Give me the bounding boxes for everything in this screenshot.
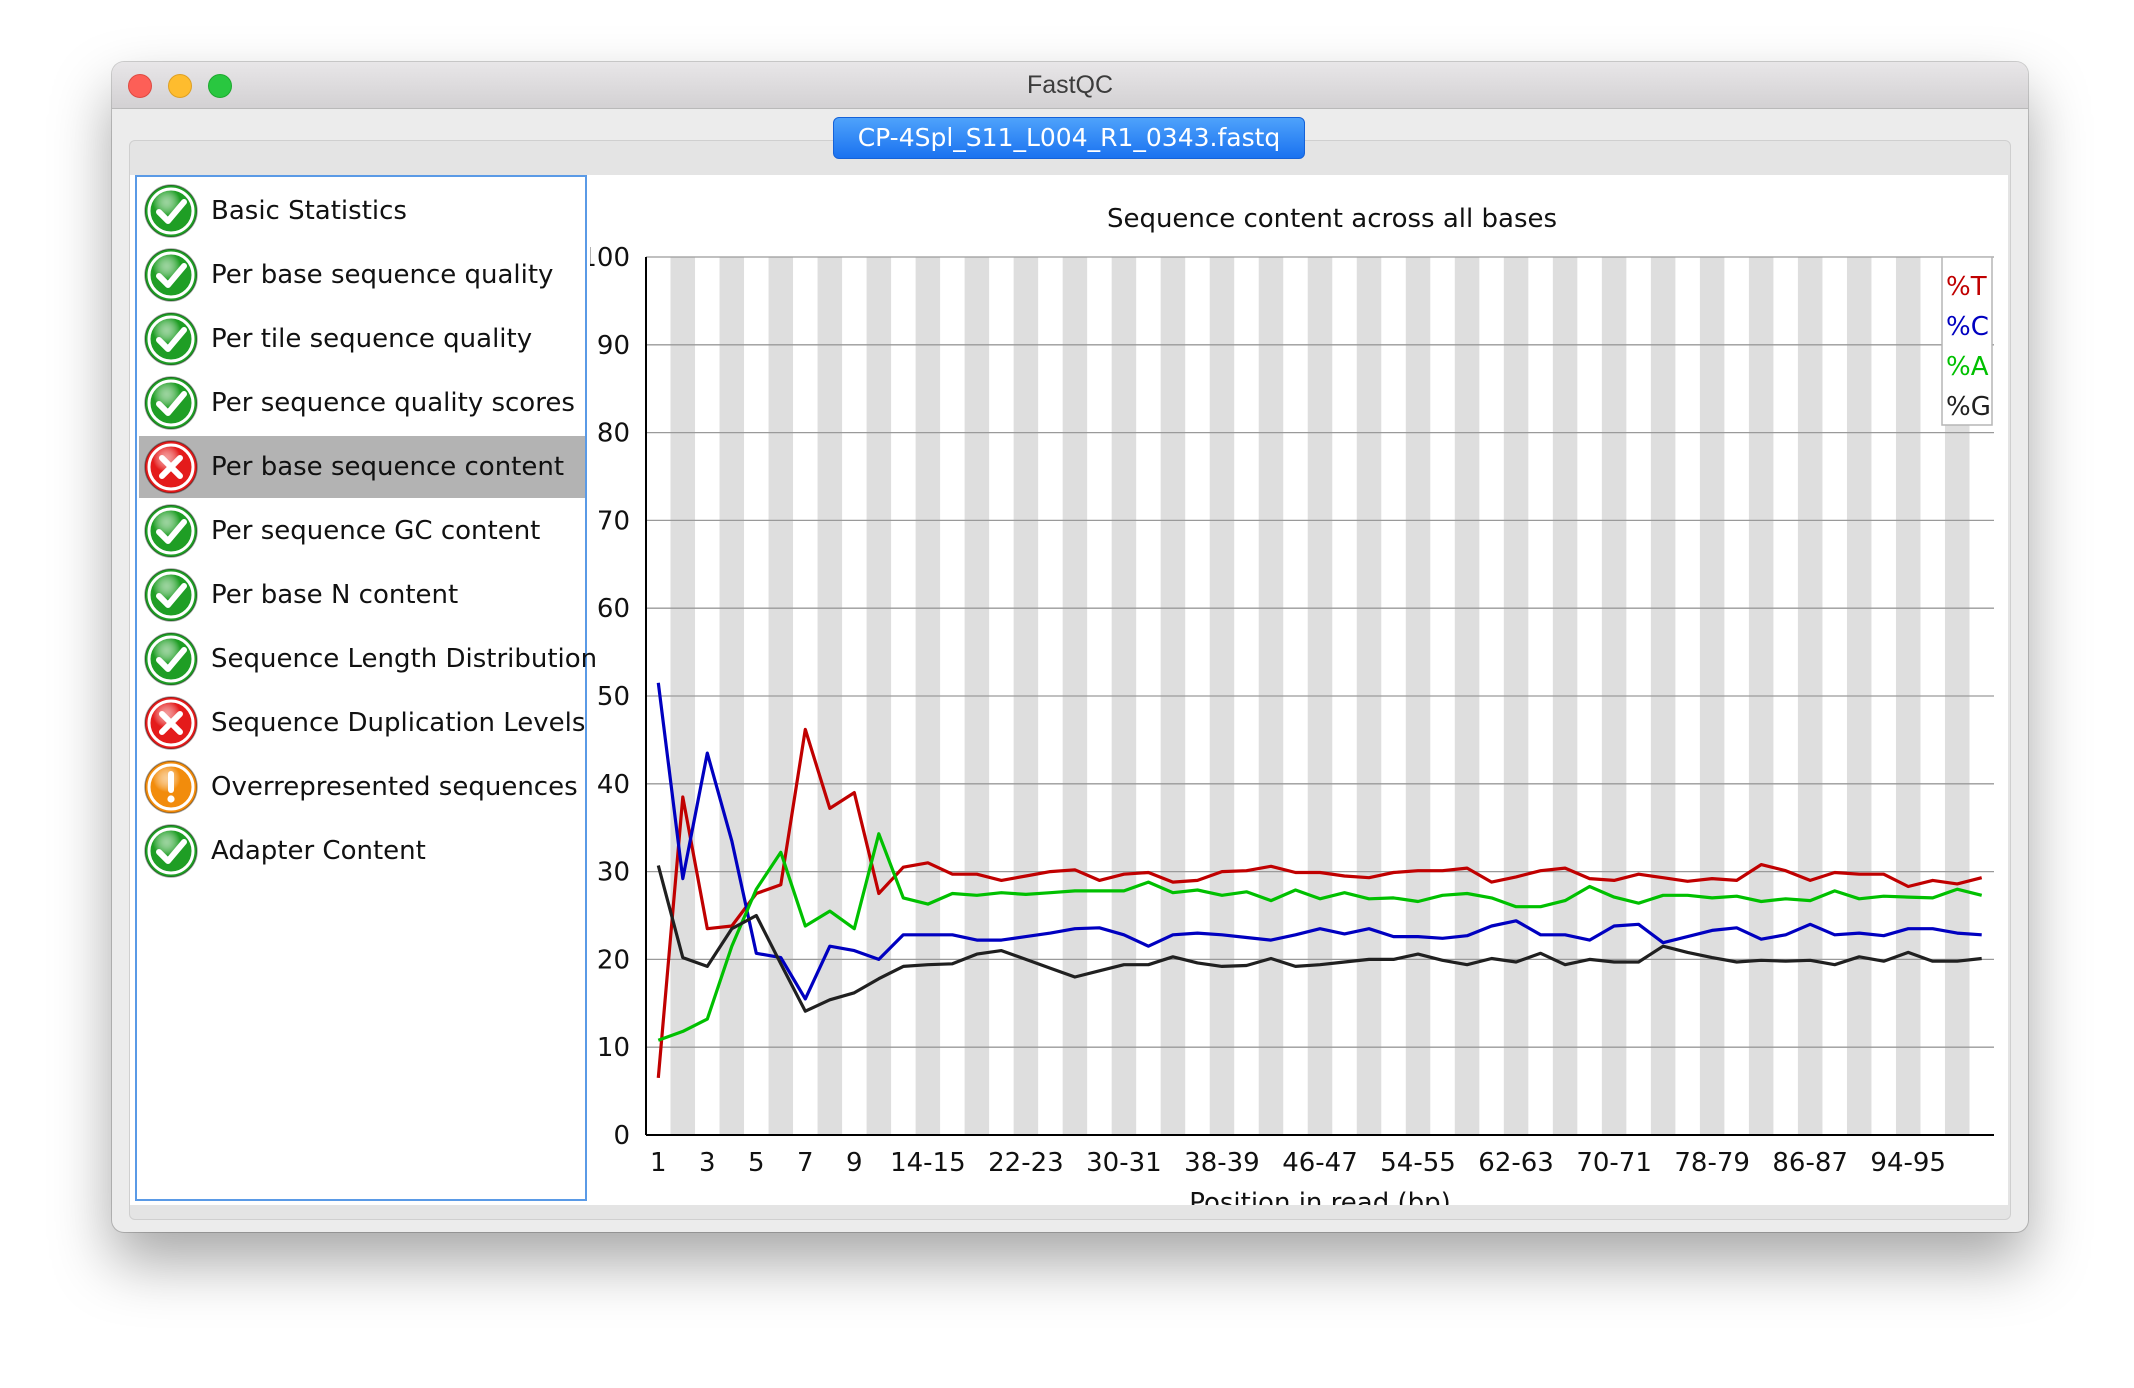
module-label: Per tile sequence quality <box>211 324 533 354</box>
legend-entry: %C <box>1946 312 1989 342</box>
y-tick-label: 0 <box>613 1121 630 1151</box>
x-tick-label: 9 <box>846 1148 863 1178</box>
x-tick-label: 86-87 <box>1772 1148 1848 1178</box>
legend-entry: %T <box>1946 272 1987 302</box>
module-item[interactable]: Per sequence GC content <box>139 500 585 562</box>
y-tick-label: 20 <box>597 945 630 975</box>
module-label: Sequence Duplication Levels <box>211 708 586 738</box>
cross-icon <box>144 696 198 750</box>
x-tick-label: 14-15 <box>890 1148 966 1178</box>
check-icon <box>144 824 198 878</box>
check-icon <box>144 568 198 622</box>
check-icon <box>144 312 198 366</box>
x-tick-label: 1 <box>650 1148 667 1178</box>
module-label: Overrepresented sequences <box>211 772 578 802</box>
x-axis-label: Position in read (bp) <box>1189 1188 1451 1205</box>
y-tick-label: 40 <box>597 770 630 800</box>
x-tick-label: 46-47 <box>1282 1148 1358 1178</box>
y-tick-label: 50 <box>597 682 630 712</box>
y-tick-label: 80 <box>597 419 630 449</box>
y-tick-label: 70 <box>597 506 630 536</box>
module-item[interactable]: Per base sequence content <box>139 436 585 498</box>
module-item[interactable]: Adapter Content <box>139 820 585 882</box>
x-tick-label: 78-79 <box>1674 1148 1750 1178</box>
module-label: Per base sequence quality <box>211 260 554 290</box>
module-label: Sequence Length Distribution <box>211 644 598 674</box>
check-icon <box>144 632 198 686</box>
legend-entry: %A <box>1946 352 1989 382</box>
check-icon <box>144 248 198 302</box>
exclamation-icon <box>144 760 198 814</box>
x-tick-label: 94-95 <box>1870 1148 1946 1178</box>
y-tick-label: 100 <box>590 243 630 273</box>
module-item[interactable]: Per base N content <box>139 564 585 626</box>
module-label: Basic Statistics <box>211 196 407 226</box>
x-tick-label: 7 <box>797 1148 814 1178</box>
file-tab[interactable]: CP-4Spl_S11_L004_R1_0343.fastq <box>833 117 1305 159</box>
x-tick-label: 30-31 <box>1086 1148 1162 1178</box>
module-label: Per sequence GC content <box>211 516 541 546</box>
window-title: FastQC <box>1026 71 1114 99</box>
title-bar[interactable]: FastQC <box>112 62 2028 109</box>
y-tick-label: 30 <box>597 858 630 888</box>
module-item[interactable]: Overrepresented sequences <box>139 756 585 818</box>
x-tick-label: 54-55 <box>1380 1148 1456 1178</box>
check-icon <box>144 376 198 430</box>
x-tick-label: 62-63 <box>1478 1148 1554 1178</box>
module-item[interactable]: Per tile sequence quality <box>139 308 585 370</box>
module-item[interactable]: Sequence Length Distribution <box>139 628 597 690</box>
y-tick-label: 90 <box>597 331 630 361</box>
y-tick-label: 10 <box>597 1033 630 1063</box>
legend-entry: %G <box>1946 392 1991 422</box>
chart-area: 0 10 20 30 40 50 60 70 80 90 100 1 3 5 7 9 14-15 22-23 30-… <box>580 175 2010 1218</box>
chart-title: Sequence content across all bases <box>1107 204 1557 234</box>
module-label: Per base N content <box>211 580 459 610</box>
x-tick-label: 22-23 <box>988 1148 1064 1178</box>
x-tick-label: 5 <box>748 1148 765 1178</box>
module-item[interactable]: Basic Statistics <box>139 180 585 242</box>
check-icon <box>144 504 198 558</box>
y-tick-label: 60 <box>597 594 630 624</box>
cross-icon <box>144 440 198 494</box>
sequence-content-chart: 0 10 20 30 40 50 60 70 80 90 100 1 3 5 7 9 14-15 22-23 30-… <box>580 204 1994 1218</box>
module-label: Per base sequence content <box>211 452 565 482</box>
module-list: Basic Statistics Per base sequence qualit… <box>135 175 597 1201</box>
module-item[interactable]: Per base sequence quality <box>139 244 585 306</box>
module-label: Per sequence quality scores <box>211 388 575 418</box>
x-tick-label: 70-71 <box>1576 1148 1652 1178</box>
x-tick-label: 38-39 <box>1184 1148 1260 1178</box>
x-tick-label: 3 <box>699 1148 716 1178</box>
module-item[interactable]: Per sequence quality scores <box>139 372 585 434</box>
module-label: Adapter Content <box>211 836 426 866</box>
module-item[interactable]: Sequence Duplication Levels <box>139 692 585 754</box>
check-icon <box>144 184 198 238</box>
